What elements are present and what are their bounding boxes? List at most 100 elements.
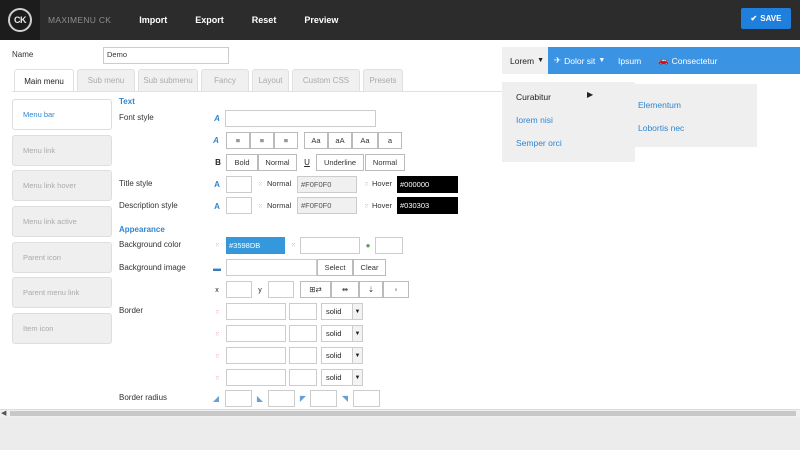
radius-bottom-right-icon: ◤ [299,393,307,403]
name-input[interactable]: Demo [103,47,229,64]
select-image-button[interactable]: Select [317,259,353,276]
color-picker-icon: ⁙ [257,203,263,210]
import-button[interactable]: Import [139,15,167,25]
logo: CK [0,0,40,40]
tab-custom-css[interactable]: Custom CSS [292,69,360,91]
submenu-item-iorem-nisi[interactable]: Iorem nisi [516,115,553,125]
left-item-menu-link[interactable]: Menu link [12,135,112,166]
underline-icon: U [304,157,310,167]
preview-item-ipsum[interactable]: Ipsum [618,47,648,74]
title-font-icon: A [214,179,220,189]
title-size-input[interactable] [226,176,252,193]
tab-fancy[interactable]: Fancy [201,69,249,91]
left-item-item-icon[interactable]: Item icon [12,313,112,344]
radius-bottom-right-input[interactable] [310,390,337,407]
position-y-input[interactable] [268,281,294,298]
lowercase-button[interactable]: a [378,132,402,149]
color-picker-icon: ⁙ [363,203,369,210]
gradient-color-input[interactable] [300,237,360,254]
border-top-style-select[interactable]: solid ▼ [321,303,363,320]
tab-presets[interactable]: Presets [363,69,403,91]
border-right-width-input[interactable] [289,325,317,342]
submenu-item-curabitur[interactable]: Curabitur [516,92,551,102]
lowercase-first-button[interactable]: aA [328,132,352,149]
menu-preview-bar: Lorem ▼ ✈ Dolor sit ▼ Ipsum 🚗 Consectetur [502,47,800,74]
border-top-color-input[interactable] [226,303,286,320]
bold-button[interactable]: Bold [226,154,258,171]
left-item-menu-bar[interactable]: Menu bar [12,99,112,130]
background-image-input[interactable] [226,259,317,276]
no-repeat-button[interactable]: ▫ [383,281,409,298]
description-normal-color-input[interactable]: #F0F0F0 [297,197,357,214]
title-normal-label: Normal [267,179,292,188]
repeat-x-button[interactable]: ⇹ [331,281,359,298]
align-center-button[interactable]: ≡ [250,132,274,149]
radius-top-left-input[interactable] [225,390,252,407]
align-left-button[interactable]: ≡ [226,132,250,149]
preview-item-label: Dolor sit [564,55,596,66]
preview-item-dolor-sit[interactable]: ✈ Dolor sit ▼ [554,47,612,74]
title-style-label: Title style [119,179,153,188]
tab-sub-submenu[interactable]: Sub submenu [138,69,198,91]
title-hover-color-input[interactable]: #000000 [397,176,458,193]
border-left-style-select[interactable]: solid ▼ [321,369,363,386]
subsubmenu-item-lobortis-nec[interactable]: Lobortis nec [638,123,684,133]
border-left-color-input[interactable] [226,369,286,386]
border-left-color-icon: ⁙ [214,375,220,382]
border-right-style-select[interactable]: solid ▼ [321,325,363,342]
subsubmenu-item-elementum[interactable]: Elementum [638,100,681,110]
align-right-button[interactable]: ≡ [274,132,298,149]
left-item-menu-link-active[interactable]: Menu link active [12,206,112,237]
left-item-parent-menu-link[interactable]: Parent menu link [12,277,112,308]
uppercase-button[interactable]: Aa [352,132,378,149]
save-label: SAVE [760,14,782,23]
tab-divider [12,91,502,92]
submenu-item-semper-orci[interactable]: Semper orci [516,138,562,148]
clear-image-button[interactable]: Clear [353,259,386,276]
underline-button[interactable]: Underline [316,154,364,171]
radius-top-right-input[interactable] [268,390,295,407]
preview-item-label: Lorem [510,55,535,66]
scroll-left-icon[interactable]: ◀ [1,409,6,417]
bold-normal-button[interactable]: Normal [258,154,297,171]
preview-button[interactable]: Preview [304,15,338,25]
opacity-input[interactable] [375,237,403,254]
preview-submenu: Curabitur ▶ Iorem nisi Semper orci [502,82,635,162]
repeat-y-button[interactable]: ⇣ [359,281,383,298]
border-left-width-input[interactable] [289,369,317,386]
scrollbar-thumb[interactable] [10,411,796,416]
preview-item-consectetur[interactable]: 🚗 Consectetur [658,47,748,74]
left-item-parent-icon[interactable]: Parent icon [12,242,112,273]
border-bottom-color-icon: ⁙ [214,353,220,360]
border-bottom-style-select[interactable]: solid ▼ [321,347,363,364]
font-family-input[interactable] [225,110,376,127]
radius-bottom-left-input[interactable] [353,390,380,407]
capitalize-button[interactable]: Aa [304,132,328,149]
border-top-color-icon: ⁙ [214,309,220,316]
check-icon: ✔ [750,14,758,23]
title-normal-color-input[interactable]: #F0F0F0 [297,176,357,193]
border-top-width-input[interactable] [289,303,317,320]
background-color-label: Background color [119,240,182,249]
description-size-input[interactable] [226,197,252,214]
export-button[interactable]: Export [195,15,224,25]
tab-sub-menu[interactable]: Sub menu [77,69,135,91]
tab-main-menu[interactable]: Main menu [14,69,74,92]
preview-item-lorem[interactable]: Lorem ▼ [502,47,548,74]
tab-layout[interactable]: Layout [252,69,289,91]
underline-normal-button[interactable]: Normal [365,154,405,171]
footer [0,418,800,450]
text-heading: Text [119,97,135,106]
caret-right-icon: ▶ [587,90,594,99]
repeat-button[interactable]: ⊞⇄ [300,281,331,298]
border-right-color-input[interactable] [226,325,286,342]
font-size-icon: A [213,135,219,145]
description-hover-color-input[interactable]: #030303 [397,197,458,214]
background-color-input[interactable]: #3598DB [226,237,285,254]
border-bottom-width-input[interactable] [289,347,317,364]
save-button[interactable]: ✔ SAVE [741,8,791,29]
position-x-input[interactable] [226,281,252,298]
border-bottom-color-input[interactable] [226,347,286,364]
left-item-menu-link-hover[interactable]: Menu link hover [12,170,112,201]
reset-button[interactable]: Reset [252,15,277,25]
